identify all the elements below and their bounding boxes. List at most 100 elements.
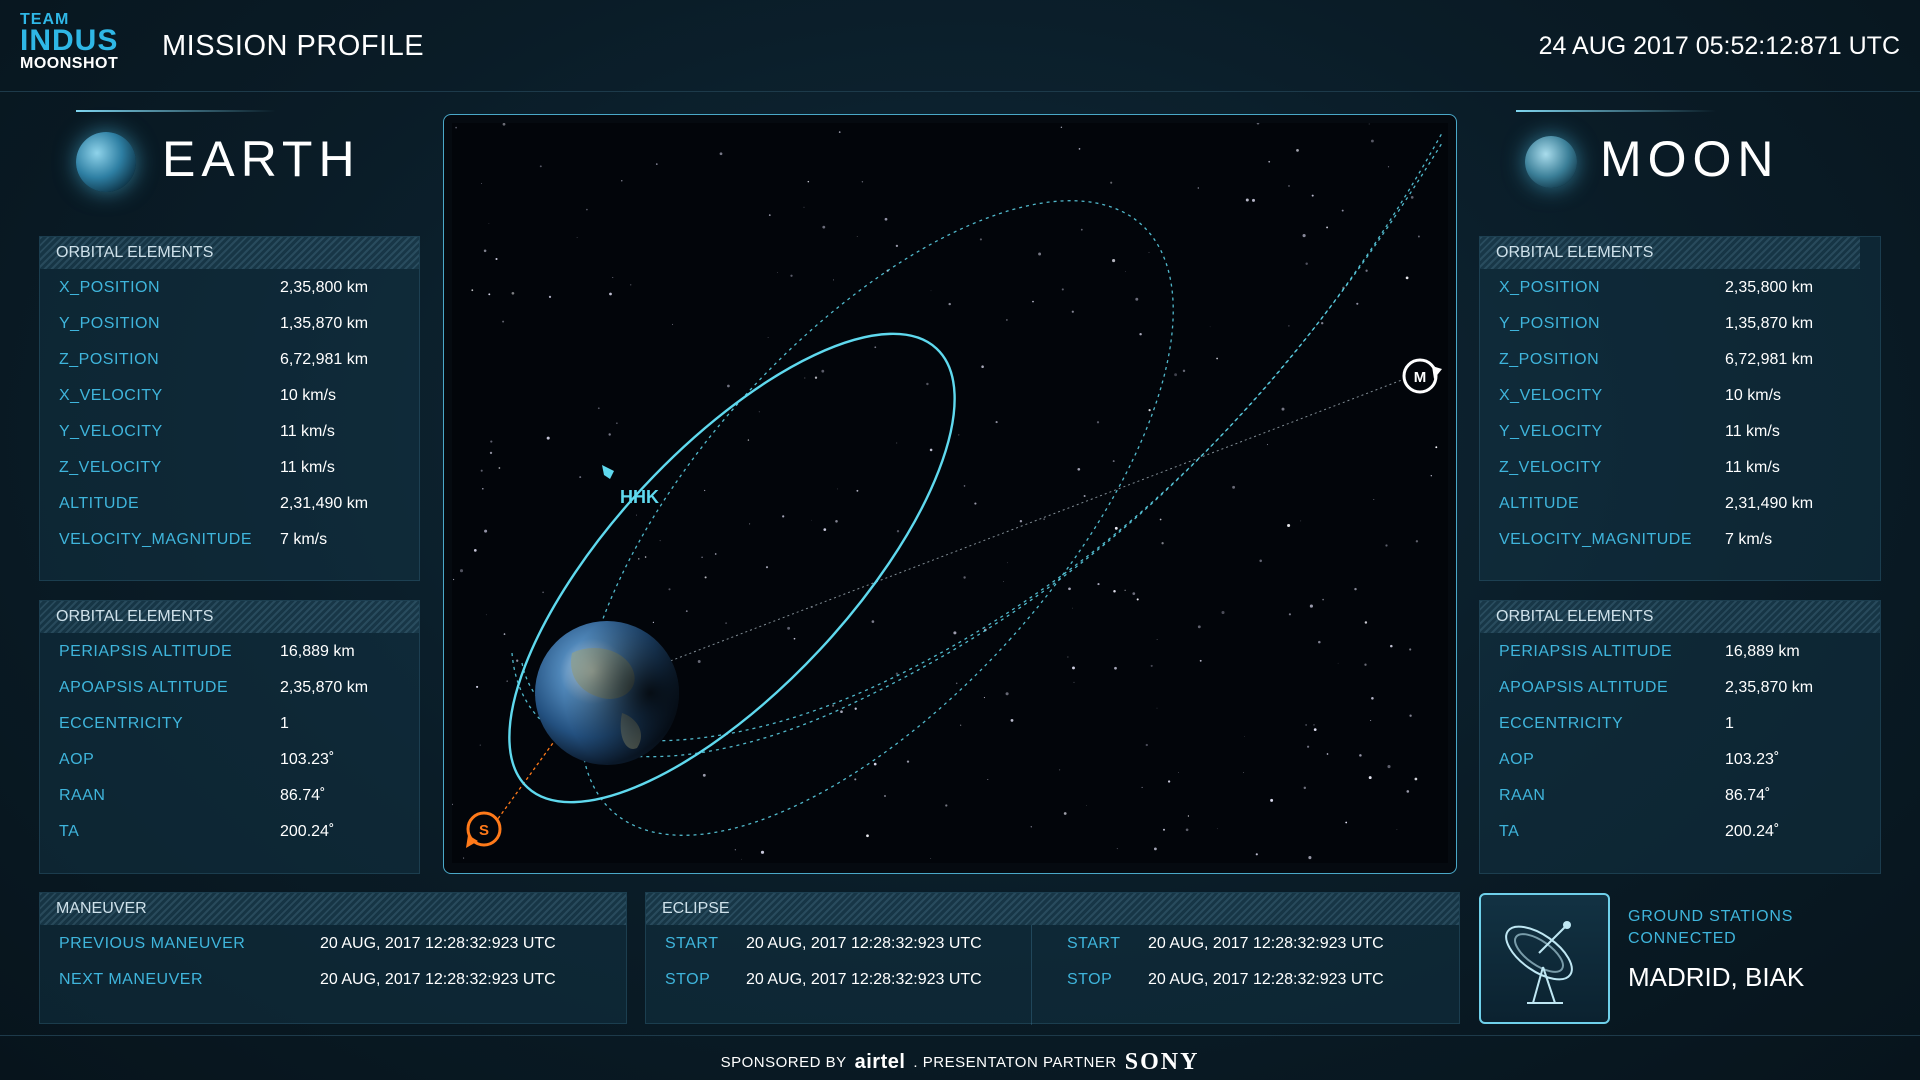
moon-marker-label: M — [1414, 369, 1427, 386]
data-row: AOP 103.23˚ — [1480, 741, 1880, 777]
data-row: X_VELOCITY 10 km/s — [40, 377, 419, 413]
row-value: 200.24˚ — [280, 823, 335, 840]
earth-orbital-elements-panel: ORBITAL ELEMENTS X_POSITION 2,35,800 km Y_… — [39, 236, 420, 581]
moon-marker[interactable]: M — [1402, 358, 1442, 394]
row-value: 1 — [280, 715, 289, 732]
row-value: 1,35,870 km — [1725, 315, 1814, 332]
data-row: PREVIOUS MANEUVER 20 AUG, 2017 12:28:32:9… — [40, 925, 626, 961]
top-bar: TEAM INDUS MOONSHOT MISSION PROFILE 24 A… — [0, 0, 1920, 92]
row-label: START — [665, 935, 719, 952]
moon-globe-icon — [1525, 136, 1577, 188]
utc-clock: 24 AUG 2017 05:52:12:871 UTC — [1538, 32, 1900, 60]
row-value: 16,889 km — [280, 643, 355, 660]
row-label: Z_VELOCITY — [59, 459, 162, 476]
spacecraft-label: HHK — [620, 487, 659, 507]
row-value: 20 AUG, 2017 12:28:32:923 UTC — [746, 935, 982, 952]
sun-marker[interactable]: S — [466, 811, 502, 848]
data-row: ECCENTRICITY 1 — [1480, 705, 1880, 741]
panel-header: ECLIPSE — [646, 893, 1459, 925]
row-label: START — [1067, 935, 1121, 952]
row-value: 10 km/s — [1725, 387, 1782, 404]
data-row: RAAN 86.74˚ — [40, 777, 419, 813]
earth-planet[interactable] — [535, 621, 679, 765]
data-row: Y_POSITION 1,35,870 km — [1480, 305, 1880, 341]
page-title: MISSION PROFILE — [162, 30, 425, 62]
divider — [1031, 925, 1032, 1025]
orbital-elements-list: X_POSITION 2,35,800 km Y_POSITION 1,35,870 … — [40, 269, 419, 557]
eclipse-list-left: START 20 AUG, 2017 12:28:32:923 UTC STOP 20… — [646, 925, 1024, 997]
row-value: 1 — [1725, 715, 1734, 732]
row-value: 2,31,490 km — [280, 495, 369, 512]
ground-station-tile[interactable] — [1479, 893, 1610, 1024]
spacecraft-marker[interactable]: HHK — [602, 465, 659, 507]
airtel-logo: airtel — [854, 1051, 906, 1073]
orbital-elements-list: X_POSITION 2,35,800 km Y_POSITION 1,35,870 … — [1480, 269, 1880, 557]
current-orbit — [508, 332, 956, 804]
row-label: Y_VELOCITY — [1499, 423, 1603, 440]
data-row: X_POSITION 2,35,800 km — [40, 269, 419, 305]
data-row: APOAPSIS ALTITUDE 2,35,870 km — [1480, 669, 1880, 705]
orbit-svg: HHK M S — [452, 123, 1443, 860]
row-label: PERIAPSIS ALTITUDE — [1499, 643, 1673, 660]
data-row: START 20 AUG, 2017 12:28:32:923 UTC — [646, 925, 1024, 961]
data-row: Z_POSITION 6,72,981 km — [1480, 341, 1880, 377]
data-row: X_POSITION 2,35,800 km — [1480, 269, 1880, 305]
row-value: 2,35,870 km — [280, 679, 369, 696]
row-label: Z_VELOCITY — [1499, 459, 1602, 476]
panel-header: ORBITAL ELEMENTS — [40, 601, 419, 633]
maneuver-panel: MANEUVER PREVIOUS MANEUVER 20 AUG, 2017 1… — [39, 892, 627, 1024]
logo-line-moonshot: MOONSHOT — [20, 55, 119, 72]
row-value: 11 km/s — [280, 423, 335, 440]
data-row: PERIAPSIS ALTITUDE 16,889 km — [1480, 633, 1880, 669]
row-label: ALTITUDE — [1499, 495, 1580, 512]
row-value: 103.23˚ — [280, 751, 335, 768]
row-value: 7 km/s — [1725, 531, 1773, 548]
row-value: 7 km/s — [280, 531, 328, 548]
partner-label: . PRESENTATON PARTNER — [913, 1054, 1117, 1071]
panel-header: ORBITAL ELEMENTS — [1480, 237, 1860, 269]
row-label: RAAN — [1499, 787, 1546, 804]
maneuver-list: PREVIOUS MANEUVER 20 AUG, 2017 12:28:32:9… — [40, 925, 626, 997]
row-value: 6,72,981 km — [1725, 351, 1814, 368]
row-label: Y_VELOCITY — [59, 423, 163, 440]
orbital-elements-list: PERIAPSIS ALTITUDE 16,889 km APOAPSIS ALTI… — [40, 633, 419, 849]
row-label: PERIAPSIS ALTITUDE — [59, 643, 233, 660]
eclipse-panel: ECLIPSE START 20 AUG, 2017 12:28:32:923 U… — [645, 892, 1460, 1025]
moon-header: MOON — [1480, 108, 1860, 220]
moon-title: MOON — [1600, 131, 1780, 187]
divider — [76, 110, 276, 112]
row-label: X_POSITION — [59, 279, 161, 296]
data-row: STOP 20 AUG, 2017 12:28:32:923 UTC — [646, 961, 1024, 997]
row-label: VELOCITY_MAGNITUDE — [1499, 531, 1693, 548]
row-label: APOAPSIS ALTITUDE — [59, 679, 229, 696]
data-row: VELOCITY_MAGNITUDE 7 km/s — [40, 521, 419, 557]
row-label: RAAN — [59, 787, 106, 804]
row-value: 103.23˚ — [1725, 751, 1780, 768]
row-value: 6,72,981 km — [280, 351, 369, 368]
row-value: 2,35,800 km — [1725, 279, 1814, 296]
row-label: TA — [1499, 823, 1520, 840]
data-row: TA 200.24˚ — [1480, 813, 1880, 849]
row-label: Z_POSITION — [1499, 351, 1600, 368]
ground-stations-label-line1: GROUND STATIONS — [1628, 908, 1794, 925]
row-label: Y_POSITION — [59, 315, 161, 332]
data-row: Y_VELOCITY 11 km/s — [1480, 413, 1880, 449]
row-label: X_VELOCITY — [1499, 387, 1603, 404]
sony-logo: SONY — [1124, 1049, 1200, 1075]
row-label: X_VELOCITY — [59, 387, 163, 404]
row-value: 11 km/s — [280, 459, 335, 476]
row-label: Z_POSITION — [59, 351, 160, 368]
row-value: 20 AUG, 2017 12:28:32:923 UTC — [1148, 971, 1384, 988]
row-label: ECCENTRICITY — [1499, 715, 1624, 732]
row-label: AOP — [59, 751, 95, 768]
ground-stations-value: MADRID, BIAK — [1628, 962, 1805, 992]
panel-header: MANEUVER — [40, 893, 626, 925]
data-row: ECCENTRICITY 1 — [40, 705, 419, 741]
row-value: 20 AUG, 2017 12:28:32:923 UTC — [746, 971, 982, 988]
orbit-map[interactable]: HHK M S — [452, 123, 1448, 863]
row-label: TA — [59, 823, 80, 840]
row-value: 20 AUG, 2017 12:28:32:923 UTC — [320, 935, 556, 952]
row-label: Y_POSITION — [1499, 315, 1601, 332]
earth-orbital-elements-panel-2: ORBITAL ELEMENTS PERIAPSIS ALTITUDE 16,88… — [39, 600, 420, 874]
data-row: AOP 103.23˚ — [40, 741, 419, 777]
